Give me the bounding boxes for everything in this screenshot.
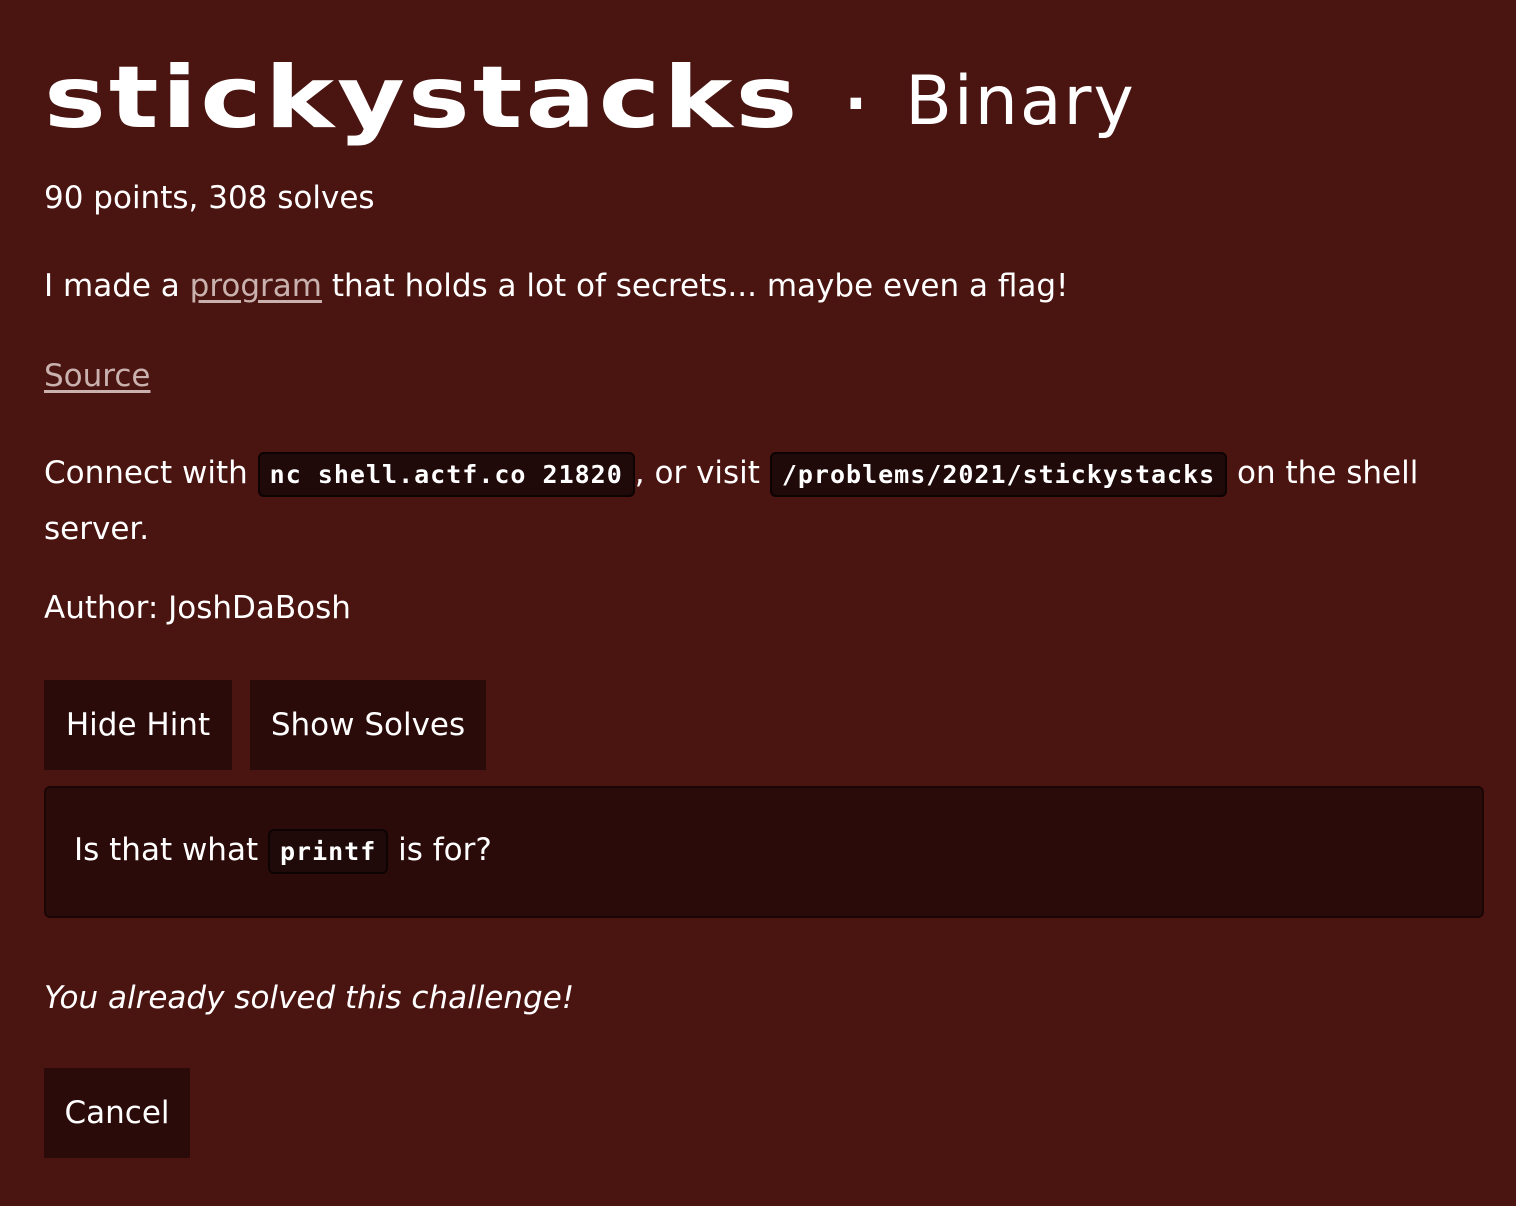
challenge-stats: 90 points, 308 solves <box>44 180 375 216</box>
hint-text-before: Is that what <box>74 832 268 868</box>
source-paragraph: Source <box>44 358 150 395</box>
challenge-title: stickystacks <box>44 47 801 148</box>
hide-hint-button[interactable]: Hide Hint <box>44 680 232 770</box>
description-text-before: I made a <box>44 268 190 304</box>
title-separator: · <box>844 69 868 139</box>
connect-prefix: Connect with <box>44 455 258 491</box>
challenge-description: I made a program that holds a lot of sec… <box>44 268 1068 305</box>
show-solves-button[interactable]: Show Solves <box>250 680 486 770</box>
source-link[interactable]: Source <box>44 358 150 394</box>
connect-middle: , or visit <box>634 455 770 491</box>
hint-panel: Is that what printf is for? <box>44 786 1484 918</box>
nc-command-code: nc shell.actf.co 21820 <box>257 452 635 497</box>
hint-code: printf <box>267 829 389 874</box>
hint-text-after: is for? <box>388 832 492 868</box>
challenge-category: Binary <box>905 62 1136 141</box>
cancel-button[interactable]: Cancel <box>44 1068 190 1158</box>
solved-status: You already solved this challenge! <box>44 980 575 1016</box>
challenge-header: stickystacks · Binary <box>44 36 1136 146</box>
program-link[interactable]: program <box>190 268 322 304</box>
problem-path-code: /problems/2021/stickystacks <box>769 452 1228 497</box>
hint-text: Is that what printf is for? <box>74 829 492 874</box>
description-text-after: that holds a lot of secrets... maybe eve… <box>321 268 1069 304</box>
connect-instructions: Connect with nc shell.actf.co 21820, or … <box>44 446 1484 556</box>
challenge-author: Author: JoshDaBosh <box>44 590 351 626</box>
